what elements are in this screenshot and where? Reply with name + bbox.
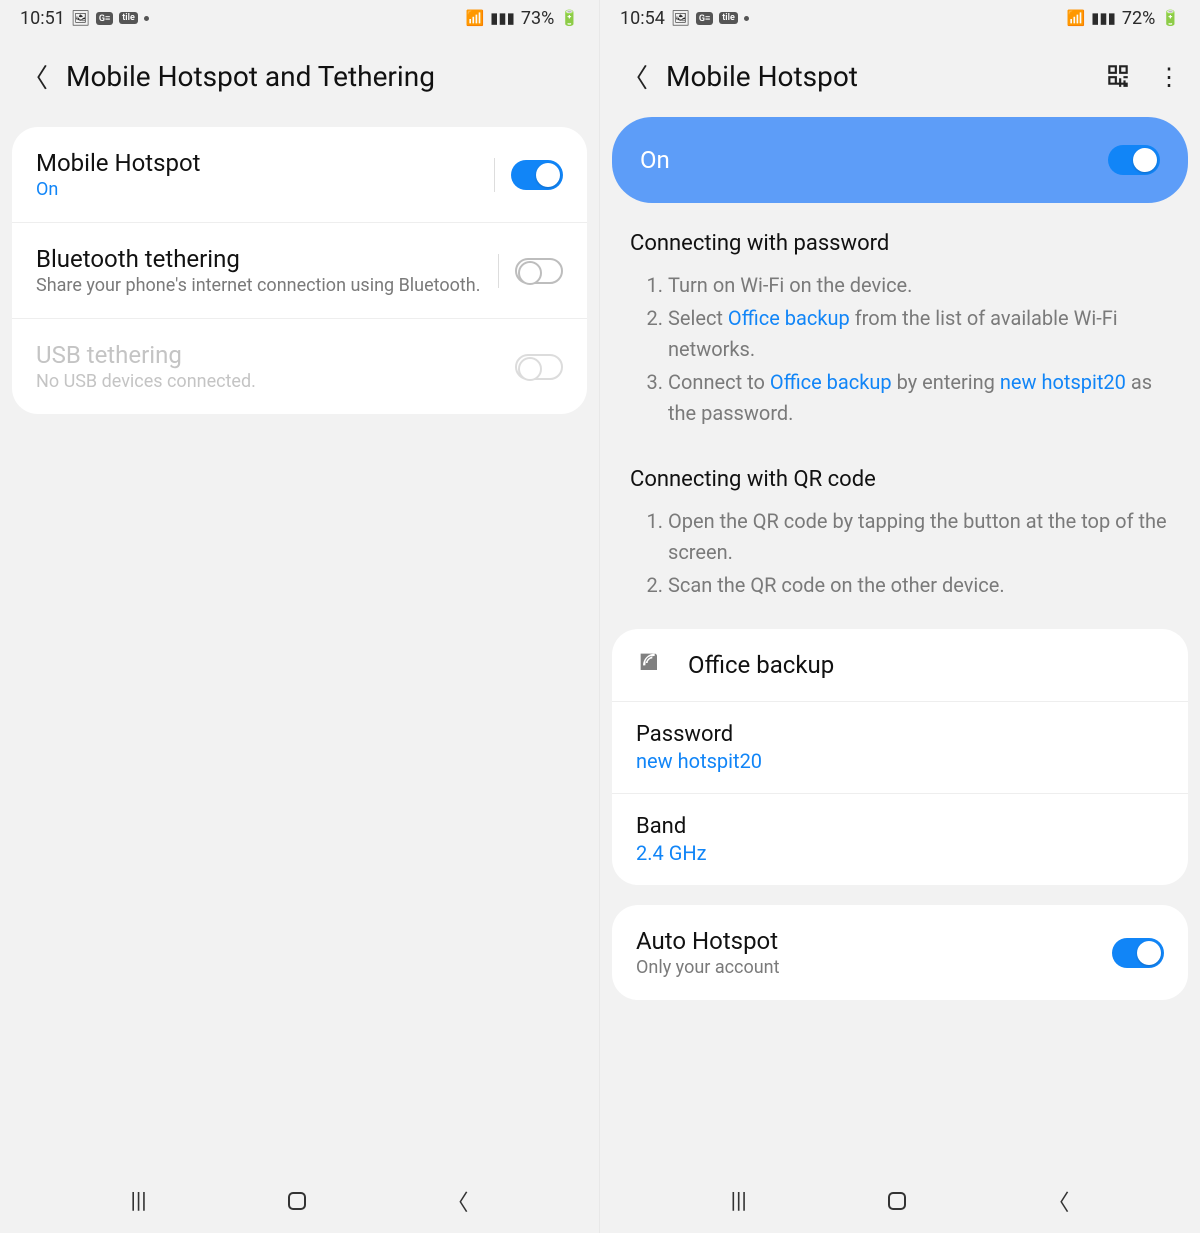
instruction-step: Turn on Wi-Fi on the device. [668, 270, 1170, 301]
divider [494, 158, 495, 192]
recents-button[interactable]: ||| [731, 1189, 747, 1214]
news-icon: G≡ [696, 12, 713, 25]
band-label: Band [636, 814, 1164, 839]
battery-icon: 🔋 [1161, 11, 1180, 26]
connect-password-section: Connecting with password Turn on Wi-Fi o… [600, 203, 1200, 447]
status-bar: 10:54 🖼 G≡ tile 📶 ▮▮▮ 72% 🔋 [600, 0, 1200, 36]
image-icon: 🖼 [671, 11, 690, 26]
section-heading: Connecting with QR code [630, 467, 1170, 492]
row-sub: Share your phone's internet connection u… [36, 275, 482, 296]
image-icon: 🖼 [71, 11, 90, 26]
tile-icon: tile [119, 12, 138, 24]
more-notif-icon [144, 16, 149, 21]
hotspot-config-card: Office backup Password new hotspit20 Ban… [612, 629, 1188, 885]
row-sub: No USB devices connected. [36, 371, 515, 392]
signal-icon: ▮▮▮ [1091, 11, 1116, 26]
row-title: Bluetooth tethering [36, 245, 482, 273]
wifi-icon: 📶 [1066, 11, 1085, 26]
status-bar: 10:51 🖼 G≡ tile 📶 ▮▮▮ 73% 🔋 [0, 0, 599, 36]
auto-hotspot-toggle[interactable] [1112, 938, 1164, 968]
password-value: new hotspit20 [636, 749, 1164, 773]
battery-level: 72% [1122, 8, 1155, 29]
band-row[interactable]: Band 2.4 GHz [612, 794, 1188, 885]
instruction-step: Open the QR code by tapping the button a… [668, 506, 1170, 568]
password-link: new hotspit20 [1000, 370, 1126, 394]
divider [498, 254, 499, 288]
hotspot-icon [636, 649, 664, 681]
auto-hotspot-card: Auto Hotspot Only your account [612, 905, 1188, 1000]
row-title: Mobile Hotspot [36, 149, 478, 177]
tethering-card: Mobile Hotspot On Bluetooth tethering Sh… [12, 127, 587, 414]
mobile-hotspot-toggle[interactable] [511, 160, 563, 190]
bluetooth-tethering-toggle[interactable] [515, 258, 563, 284]
home-button[interactable] [888, 1192, 906, 1210]
password-row[interactable]: Password new hotspit20 [612, 702, 1188, 794]
password-label: Password [636, 722, 1164, 747]
nav-bar: ||| 〈 [600, 1169, 1200, 1233]
qr-code-icon[interactable] [1105, 62, 1131, 92]
pill-label: On [640, 146, 670, 174]
hotspot-name-row[interactable]: Office backup [612, 629, 1188, 702]
instruction-step: Connect to Office backup by entering new… [668, 367, 1170, 429]
news-icon: G≡ [96, 12, 113, 25]
app-bar: 〈 Mobile Hotspot ⋮ [600, 36, 1200, 117]
battery-icon: 🔋 [560, 11, 579, 26]
instruction-step: Scan the QR code on the other device. [668, 570, 1170, 601]
section-heading: Connecting with password [630, 231, 1170, 256]
hotspot-name: Office backup [688, 651, 834, 679]
tile-icon: tile [719, 12, 738, 24]
nav-bar: ||| 〈 [0, 1169, 599, 1233]
home-button[interactable] [288, 1192, 306, 1210]
connect-qr-section: Connecting with QR code Open the QR code… [600, 447, 1200, 619]
band-value: 2.4 GHz [636, 841, 1164, 865]
back-button[interactable]: 〈 [447, 1185, 469, 1217]
usb-tethering-toggle [515, 354, 563, 380]
page-title: Mobile Hotspot [666, 60, 858, 93]
row-title: Auto Hotspot [636, 927, 1112, 955]
wifi-icon: 📶 [465, 11, 484, 26]
signal-icon: ▮▮▮ [490, 11, 515, 26]
clock: 10:54 [620, 8, 665, 29]
instruction-step: Select Office backup from the list of av… [668, 303, 1170, 365]
app-bar: 〈 Mobile Hotspot and Tethering [0, 36, 599, 117]
usb-tethering-row: USB tethering No USB devices connected. [12, 319, 587, 414]
network-name-link: Office backup [770, 370, 892, 394]
more-notif-icon [744, 16, 749, 21]
row-sub: On [36, 179, 478, 200]
recents-button[interactable]: ||| [130, 1189, 146, 1214]
back-icon[interactable]: 〈 [22, 58, 48, 95]
hotspot-toggle[interactable] [1108, 145, 1160, 175]
network-name-link: Office backup [728, 306, 850, 330]
hotspot-master-toggle[interactable]: On [612, 117, 1188, 203]
clock: 10:51 [20, 8, 65, 29]
back-button[interactable]: 〈 [1047, 1185, 1069, 1217]
row-title: USB tethering [36, 341, 515, 369]
bluetooth-tethering-row[interactable]: Bluetooth tethering Share your phone's i… [12, 223, 587, 319]
back-icon[interactable]: 〈 [622, 58, 648, 95]
more-icon[interactable]: ⋮ [1157, 63, 1180, 91]
mobile-hotspot-row[interactable]: Mobile Hotspot On [12, 127, 587, 223]
auto-hotspot-row[interactable]: Auto Hotspot Only your account [612, 905, 1188, 1000]
battery-level: 73% [521, 8, 554, 29]
row-sub: Only your account [636, 957, 1112, 978]
page-title: Mobile Hotspot and Tethering [66, 60, 435, 93]
